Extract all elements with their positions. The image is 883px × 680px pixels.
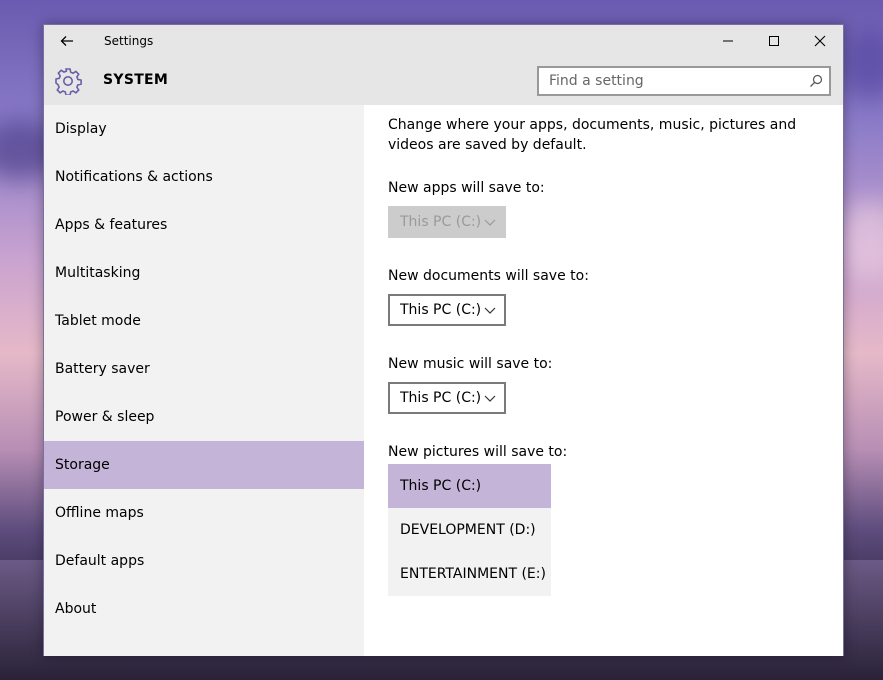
section-title: SYSTEM bbox=[103, 72, 169, 88]
title-bar: Settings bbox=[44, 25, 843, 57]
close-button[interactable] bbox=[797, 25, 843, 57]
sidebar-item-label: Storage bbox=[55, 457, 110, 473]
dropdown-option-development[interactable]: DEVELOPMENT (D:) bbox=[388, 508, 551, 552]
sidebar-item-label: Battery saver bbox=[55, 361, 150, 377]
sidebar-item-notifications[interactable]: Notifications & actions bbox=[44, 153, 364, 201]
sidebar-item-offline-maps[interactable]: Offline maps bbox=[44, 489, 364, 537]
sidebar-item-storage[interactable]: Storage bbox=[44, 441, 364, 489]
music-save-label: New music will save to: bbox=[388, 356, 553, 372]
sidebar-item-label: About bbox=[55, 601, 97, 617]
sidebar-item-label: Offline maps bbox=[55, 505, 144, 521]
sidebar-item-battery-saver[interactable]: Battery saver bbox=[44, 345, 364, 393]
documents-save-location-value: This PC (C:) bbox=[400, 302, 482, 318]
apps-save-location-select: This PC (C:) bbox=[388, 206, 506, 238]
chevron-down-icon bbox=[484, 395, 496, 402]
apps-save-label: New apps will save to: bbox=[388, 180, 545, 196]
arrow-left-icon bbox=[60, 36, 73, 46]
sidebar-item-label: Display bbox=[55, 121, 107, 137]
minimize-icon bbox=[723, 40, 733, 42]
chevron-down-icon bbox=[484, 219, 496, 226]
back-button[interactable] bbox=[54, 28, 80, 54]
search-box[interactable] bbox=[537, 66, 831, 96]
pictures-save-location-dropdown[interactable]: This PC (C:) DEVELOPMENT (D:) ENTERTAINM… bbox=[388, 464, 551, 596]
sidebar-item-label: Apps & features bbox=[55, 217, 168, 233]
maximize-icon bbox=[769, 36, 779, 46]
sidebar-item-label: Default apps bbox=[55, 553, 145, 569]
window-title: Settings bbox=[104, 34, 154, 48]
sidebar-item-multitasking[interactable]: Multitasking bbox=[44, 249, 364, 297]
search-icon[interactable] bbox=[809, 74, 823, 88]
sidebar-item-about[interactable]: About bbox=[44, 585, 364, 633]
intro-text: Change where your apps, documents, music… bbox=[388, 117, 797, 153]
chevron-down-icon bbox=[484, 307, 496, 314]
dropdown-option-this-pc[interactable]: This PC (C:) bbox=[388, 464, 551, 508]
sidebar-item-label: Tablet mode bbox=[55, 313, 141, 329]
maximize-button[interactable] bbox=[751, 25, 797, 57]
sidebar-item-default-apps[interactable]: Default apps bbox=[44, 537, 364, 585]
sidebar-item-label: Notifications & actions bbox=[55, 169, 213, 185]
music-save-location-select[interactable]: This PC (C:) bbox=[388, 382, 506, 414]
sidebar-item-apps-features[interactable]: Apps & features bbox=[44, 201, 364, 249]
settings-window: Settings SYSTEM Display Notifica bbox=[43, 24, 844, 656]
close-icon bbox=[814, 35, 826, 47]
sidebar-item-display[interactable]: Display bbox=[44, 105, 364, 153]
storage-settings-panel: Change where your apps, documents, music… bbox=[364, 105, 843, 656]
sidebar-item-label: Multitasking bbox=[55, 265, 141, 281]
search-input[interactable] bbox=[539, 68, 809, 94]
minimize-button[interactable] bbox=[705, 25, 751, 57]
dropdown-option-entertainment[interactable]: ENTERTAINMENT (E:) bbox=[388, 552, 551, 596]
documents-save-label: New documents will save to: bbox=[388, 268, 589, 284]
sidebar-item-power-sleep[interactable]: Power & sleep bbox=[44, 393, 364, 441]
sidebar: Display Notifications & actions Apps & f… bbox=[44, 105, 364, 656]
sidebar-item-tablet-mode[interactable]: Tablet mode bbox=[44, 297, 364, 345]
documents-save-location-select[interactable]: This PC (C:) bbox=[388, 294, 506, 326]
page-header: SYSTEM bbox=[44, 57, 843, 105]
pictures-save-label: New pictures will save to: bbox=[388, 444, 568, 460]
gear-icon bbox=[55, 68, 82, 95]
sidebar-item-label: Power & sleep bbox=[55, 409, 155, 425]
music-save-location-value: This PC (C:) bbox=[400, 390, 482, 406]
apps-save-location-value: This PC (C:) bbox=[400, 214, 482, 230]
